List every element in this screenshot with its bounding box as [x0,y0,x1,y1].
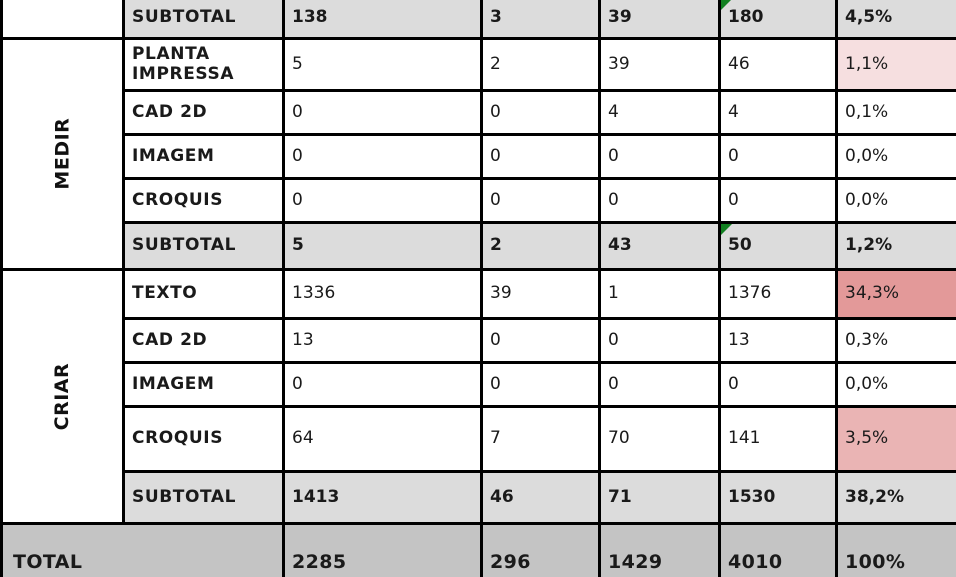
group-cell-empty [0,0,125,40]
cell-value-total-flagged[interactable]: 50 [718,221,838,271]
cell-value-1[interactable]: 64 [282,405,483,473]
row-label-imagem: IMAGEM [122,361,285,408]
table-row[interactable]: SUBTOTAL 1413 46 71 1530 38,2% [2,470,956,525]
cell-value-2[interactable]: 2 [480,221,601,271]
cell-value-total[interactable]: 141 [718,405,838,473]
group-cell-medir: MEDIR [0,37,125,271]
cell-percent[interactable]: 0,3% [835,317,956,364]
cell-value-2[interactable]: 0 [480,177,601,224]
cell-value-3[interactable]: 43 [598,221,721,271]
cell-value-3[interactable]: 1 [598,268,721,320]
cell-value-total[interactable]: 1530 [718,470,838,525]
table-row[interactable]: CRIAR TEXTO 1336 39 1 1376 34,3% [0,268,956,525]
table-row[interactable]: SUBTOTAL 5 2 43 50 1,2% [2,221,956,271]
cell-value-2[interactable]: 0 [480,317,601,364]
table-row[interactable]: SUBTOTAL 138 3 39 180 4,5% [0,0,956,40]
cell-value-total[interactable]: 0 [718,177,838,224]
row-label-croquis: CROQUIS [122,405,285,473]
cell-percent[interactable]: 1,2% [835,221,956,271]
table-row[interactable]: IMAGEM 0 0 0 0 0,0% [2,361,956,408]
cell-value-2[interactable]: 3 [480,0,601,40]
cell-value-3[interactable]: 71 [598,470,721,525]
row-label-cad-2d: CAD 2D [122,89,285,136]
cell-percent[interactable]: 0,1% [835,89,956,136]
cell-value-3[interactable]: 0 [598,133,721,180]
cell-value-3[interactable]: 1429 [598,522,721,577]
cell-value-2[interactable]: 7 [480,405,601,473]
row-label-imagem: IMAGEM [122,133,285,180]
row-label-planta-impressa: PLANTA IMPRESSA [122,37,285,92]
table-row[interactable]: CROQUIS 64 7 70 141 3,5% [2,405,956,473]
cell-percent[interactable]: 0,0% [835,361,956,408]
cell-percent-highlighted[interactable]: 34,3% [835,268,956,320]
spreadsheet-table-view: SUBTOTAL 138 3 39 180 4,5% MEDIR PLANTA I… [0,0,956,577]
cell-value-2[interactable]: 46 [480,470,601,525]
cell-percent[interactable]: 0,0% [835,133,956,180]
cell-value-1[interactable]: 138 [282,0,483,40]
cell-percent[interactable]: 100% [835,522,956,577]
cell-value-1[interactable]: 1336 [282,268,483,320]
cell-value-total[interactable]: 4010 [718,522,838,577]
cell-value-1[interactable]: 13 [282,317,483,364]
cell-value-total[interactable]: 46 [718,37,838,92]
table-row[interactable]: CAD 2D 0 0 4 4 0,1% [2,89,956,136]
group-cell-criar: CRIAR [0,268,125,525]
cell-value-1[interactable]: 2285 [282,522,483,577]
row-label-subtotal: SUBTOTAL [122,0,285,40]
cell-value-1[interactable]: 5 [282,37,483,92]
cell-value-3[interactable]: 0 [598,361,721,408]
group-label-medir: MEDIR [50,118,73,190]
cell-value-2[interactable]: 39 [480,268,601,320]
cell-value-3[interactable]: 0 [598,177,721,224]
cell-value-total[interactable]: 0 [718,361,838,408]
table-row[interactable]: IMAGEM 0 0 0 0 0,0% [2,133,956,180]
cell-value-1[interactable]: 1413 [282,470,483,525]
row-label-subtotal: SUBTOTAL [122,221,285,271]
cell-value-1[interactable]: 5 [282,221,483,271]
table-row[interactable]: MEDIR PLANTA IMPRESSA 5 2 39 46 1,1% [0,37,956,271]
table-row[interactable]: CAD 2D 13 0 0 13 0,3% [2,317,956,364]
cell-value-3[interactable]: 70 [598,405,721,473]
row-label-line2: IMPRESSA [132,63,235,84]
cell-value-3[interactable]: 4 [598,89,721,136]
table-row[interactable]: CROQUIS 0 0 0 0 0,0% [2,177,956,224]
data-table: SUBTOTAL 138 3 39 180 4,5% MEDIR PLANTA I… [0,0,956,577]
cell-value-2[interactable]: 0 [480,133,601,180]
row-label-line1: PLANTA [132,44,210,65]
row-label-croquis: CROQUIS [122,177,285,224]
cell-value-3[interactable]: 39 [598,0,721,40]
cell-value-1[interactable]: 0 [282,361,483,408]
row-label-total: TOTAL [0,522,285,577]
cell-percent-highlighted[interactable]: 3,5% [835,405,956,473]
cell-value-total[interactable]: 1376 [718,268,838,320]
row-label-subtotal: SUBTOTAL [122,470,285,525]
cell-value-2[interactable]: 296 [480,522,601,577]
cell-value-1[interactable]: 0 [282,177,483,224]
cell-value-1[interactable]: 0 [282,89,483,136]
cell-value-total[interactable]: 4 [718,89,838,136]
cell-percent[interactable]: 4,5% [835,0,956,40]
row-label-cad-2d: CAD 2D [122,317,285,364]
cell-value-total[interactable]: 13 [718,317,838,364]
cell-value-total[interactable]: 0 [718,133,838,180]
cell-value-total-flagged[interactable]: 180 [718,0,838,40]
cell-percent[interactable]: 0,0% [835,177,956,224]
group-label-criar: CRIAR [50,362,73,431]
cell-value-2[interactable]: 0 [480,361,601,408]
cell-value-1[interactable]: 0 [282,133,483,180]
cell-value-3[interactable]: 0 [598,317,721,364]
table-row-total[interactable]: TOTAL 2285 296 1429 4010 100% [0,522,956,577]
row-label-texto: TEXTO [122,268,285,320]
cell-percent[interactable]: 38,2% [835,470,956,525]
cell-percent-highlighted[interactable]: 1,1% [835,37,956,92]
cell-value-2[interactable]: 2 [480,37,601,92]
cell-value-3[interactable]: 39 [598,37,721,92]
cell-value-2[interactable]: 0 [480,89,601,136]
